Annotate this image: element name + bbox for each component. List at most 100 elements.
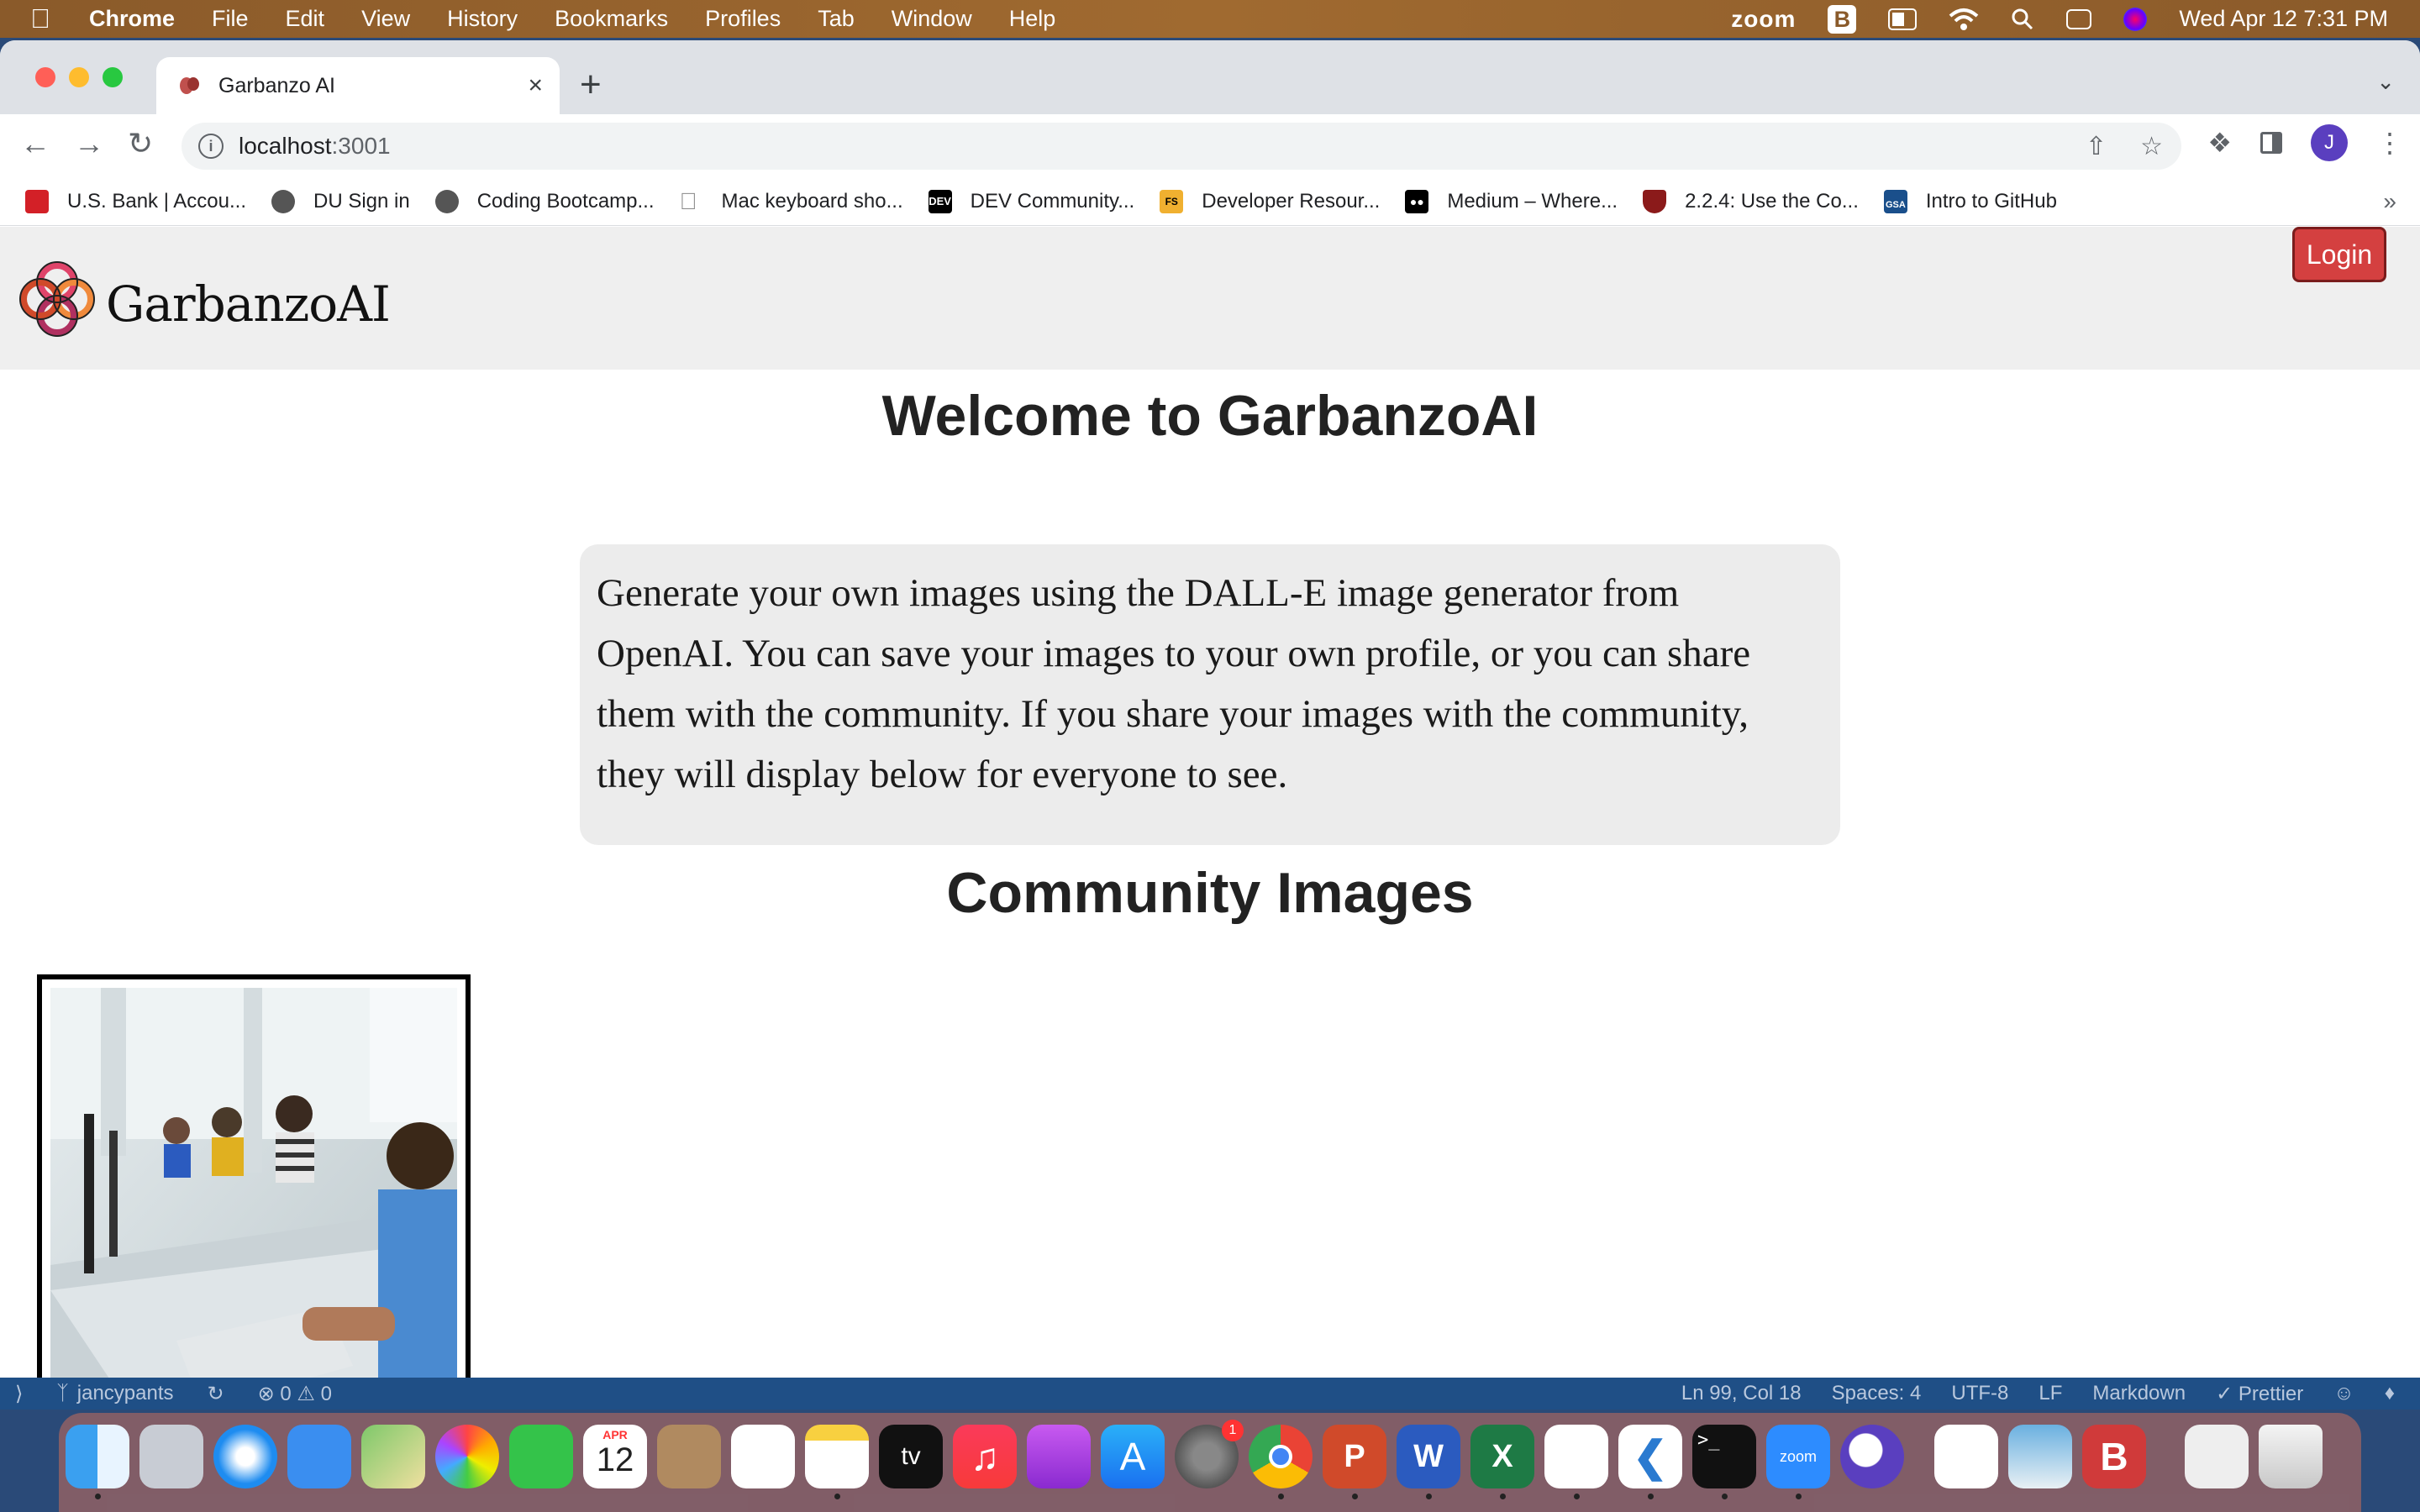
reminders-icon[interactable] [731,1425,795,1488]
reload-icon[interactable]: ↻ [128,126,153,161]
menu-help[interactable]: Help [1009,6,1056,32]
menu-bookmarks[interactable]: Bookmarks [555,6,668,32]
mail-icon[interactable] [287,1425,351,1488]
calendar-icon[interactable]: APR 12 [583,1425,647,1488]
finder-icon[interactable] [66,1425,129,1488]
chrome-menu-icon[interactable]: ⋮ [2376,127,2403,159]
site-info-icon[interactable]: i [198,134,224,159]
bookmark-star-icon[interactable]: ☆ [2140,132,2163,161]
app-store-icon[interactable]: A [1101,1425,1165,1488]
powerpoint-icon[interactable]: P [1323,1425,1386,1488]
extensions-puzzle-icon[interactable]: ❖ [2207,127,2232,159]
menubar-clock[interactable]: Wed Apr 12 7:31 PM [2179,6,2388,32]
bookmark-du-sign-in[interactable]: DU Sign in [271,190,410,213]
menu-edit[interactable]: Edit [286,6,325,32]
eol-setting[interactable]: LF [2039,1382,2062,1406]
maps-icon[interactable] [361,1425,425,1488]
bookmark-use-the-co[interactable]: 2.2.4: Use the Co... [1643,190,1859,213]
trash-icon[interactable] [2259,1425,2323,1488]
language-mode[interactable]: Markdown [2092,1382,2186,1406]
login-button[interactable]: Login [2292,227,2386,282]
indentation-setting[interactable]: Spaces: 4 [1832,1382,1922,1406]
new-tab-icon[interactable]: + [580,64,602,106]
cursor-position[interactable]: Ln 99, Col 18 [1681,1382,1802,1406]
tab-search-chevron-icon[interactable]: ⌄ [2376,69,2395,95]
safari-icon[interactable] [213,1425,277,1488]
bookmark-us-bank[interactable]: U.S. Bank | Accou... [25,190,246,213]
vscode-icon[interactable]: ❮ [1618,1425,1682,1488]
apple-tv-icon[interactable]: tv [879,1425,943,1488]
battery-icon[interactable] [1888,8,1918,30]
zoom-status-item[interactable]: zoom [1731,6,1796,33]
problems-count[interactable]: ⊗ 0 ⚠ 0 [258,1382,332,1406]
account-icon[interactable]: ☺ [2333,1382,2354,1406]
terminal-icon[interactable]: >_ [1692,1425,1756,1488]
podcasts-icon[interactable] [1027,1425,1091,1488]
music-icon[interactable]: ♫ [953,1425,1017,1488]
address-bar[interactable]: i localhost:3001 ⇧ ☆ [182,123,2181,170]
minimize-window-button[interactable] [69,67,89,87]
garbanzo-logo-icon[interactable] [15,257,99,341]
community-images-heading: Community Images [946,861,1474,925]
description-box: Generate your own images using the DALL-… [580,544,1840,845]
profile-avatar[interactable]: J [2311,124,2348,161]
bookmark-developer-resources[interactable]: FS Developer Resour... [1160,190,1380,213]
b-status-icon[interactable]: B [1828,4,1857,34]
tv-label: tv [901,1442,921,1470]
menu-window[interactable]: Window [892,6,972,32]
more-bookmarks-icon[interactable]: » [2383,188,2396,215]
sync-icon[interactable]: ↻ [208,1382,224,1406]
contacts-icon[interactable] [657,1425,721,1488]
menu-file[interactable]: File [212,6,249,32]
site-logo-text[interactable]: GarbanzoAI [106,276,391,333]
facetime-icon[interactable] [509,1425,573,1488]
community-image[interactable] [50,988,457,1388]
notifications-bell-icon[interactable]: ♦ [2385,1382,2395,1406]
notes-icon[interactable] [805,1425,869,1488]
control-center-icon[interactable] [2066,8,2092,29]
spotlight-search-icon[interactable] [2011,8,2034,31]
git-branch-label[interactable]: jancypants [77,1382,174,1405]
zoom-window-button[interactable] [103,67,123,87]
zoom-app-icon[interactable]: zoom [1766,1425,1830,1488]
menu-profiles[interactable]: Profiles [705,6,781,32]
news-icon[interactable] [1934,1425,1998,1488]
encoding-setting[interactable]: UTF-8 [1951,1382,2008,1406]
forward-icon[interactable]: → [74,126,104,161]
b-app-icon[interactable]: B [2082,1425,2146,1488]
share-icon[interactable]: ⇧ [2086,132,2107,161]
wifi-icon[interactable] [1949,8,1979,31]
documents-folder-icon[interactable] [2185,1425,2249,1488]
active-tab[interactable]: Garbanzo AI × [156,57,560,114]
preview-icon[interactable] [2008,1425,2072,1488]
chrome-icon[interactable] [1249,1425,1313,1488]
bookmark-coding-bootcamp[interactable]: Coding Bootcamp... [434,190,655,213]
running-indicator [834,1494,840,1499]
tab-close-icon[interactable]: × [528,71,543,100]
bookmark-mac-keyboard[interactable]:  Mac keyboard sho... [680,190,903,213]
globe-icon [271,190,295,213]
close-window-button[interactable] [35,67,55,87]
slack-icon[interactable] [1544,1425,1608,1488]
apple-menu-icon[interactable]:  [30,3,64,34]
remote-icon[interactable]: ⟩ [15,1382,23,1406]
side-panel-icon[interactable] [2260,132,2282,154]
community-image-card[interactable] [37,974,471,1388]
prettier-status[interactable]: ✓ Prettier [2216,1382,2303,1406]
menu-view[interactable]: View [361,6,410,32]
menu-tab[interactable]: Tab [818,6,855,32]
photos-icon[interactable] [435,1425,499,1488]
moon-app-icon[interactable] [1840,1425,1904,1488]
bookmark-medium[interactable]: ●● Medium – Where... [1405,190,1618,213]
back-icon[interactable]: ← [20,126,50,161]
bookmark-dev-community[interactable]: DEV DEV Community... [928,190,1134,213]
system-settings-icon[interactable]: 1 [1175,1420,1244,1488]
bookmark-intro-github[interactable]: GSA Intro to GitHub [1883,190,2057,213]
launchpad-icon[interactable] [139,1425,203,1488]
menu-app-name[interactable]: Chrome [89,6,175,32]
excel-icon[interactable]: X [1470,1425,1534,1488]
menu-history[interactable]: History [447,6,518,32]
running-indicator [1278,1494,1284,1499]
siri-icon[interactable] [2123,7,2148,31]
word-icon[interactable]: W [1397,1425,1460,1488]
